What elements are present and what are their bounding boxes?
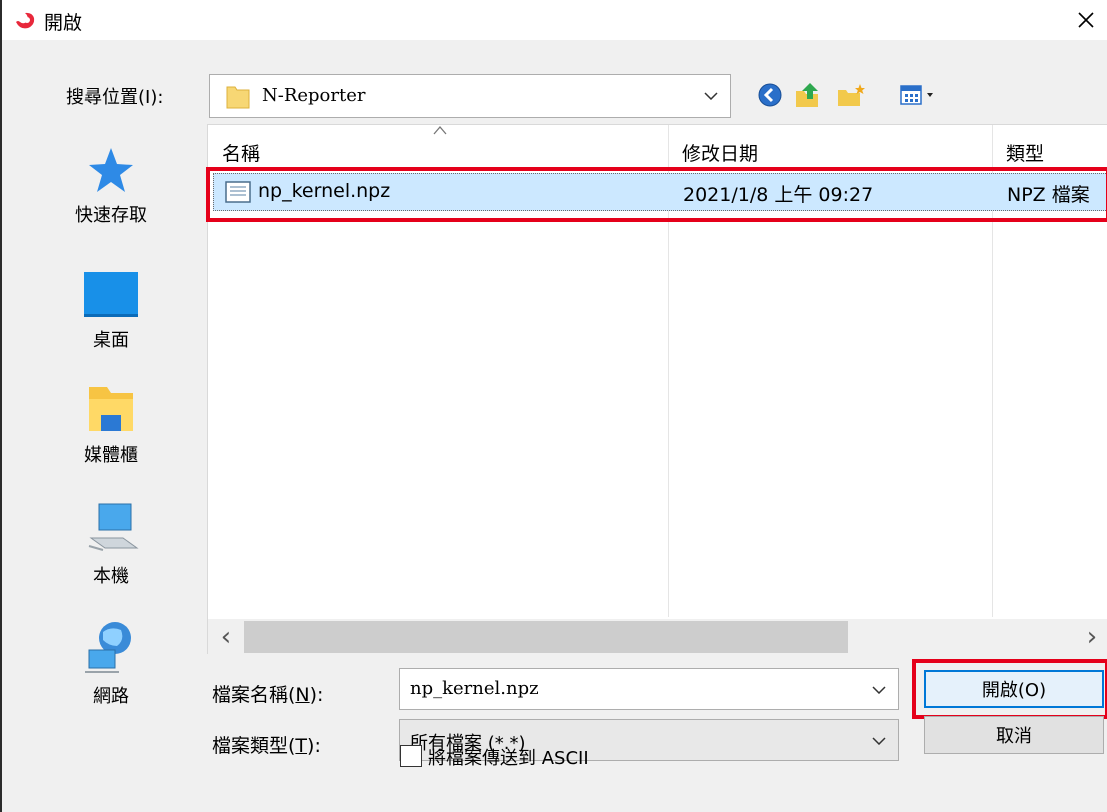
- cancel-button[interactable]: 取消: [924, 716, 1104, 754]
- desktop-icon: [84, 272, 138, 317]
- close-button[interactable]: [1063, 0, 1107, 40]
- look-in-label: 搜尋位置(I):: [66, 87, 164, 108]
- file-type-dropdown-button[interactable]: [864, 730, 894, 752]
- folder-icon: [226, 86, 250, 109]
- back-button[interactable]: [754, 80, 786, 110]
- chevron-down-icon: [872, 737, 886, 745]
- file-name-value: np_kernel.npz: [410, 678, 539, 699]
- scroll-right-button[interactable]: ›: [1074, 619, 1107, 655]
- file-name-dropdown-button[interactable]: [864, 679, 894, 701]
- place-label: 網路: [93, 686, 129, 707]
- sort-ascending-icon: [433, 126, 447, 135]
- chevron-down-icon: [704, 92, 718, 100]
- chevron-right-icon: ›: [1086, 622, 1098, 652]
- view-menu-icon: [900, 85, 933, 105]
- file-type-label: 檔案類型(T):: [212, 735, 321, 757]
- new-folder-icon: [838, 84, 865, 106]
- scroll-left-button[interactable]: ‹: [208, 619, 244, 655]
- place-label: 本機: [93, 566, 129, 587]
- place-network[interactable]: 網路: [60, 618, 162, 708]
- app-logo-icon: [16, 12, 35, 29]
- ascii-transfer-checkbox[interactable]: [400, 745, 422, 767]
- place-libraries[interactable]: 媒體櫃: [60, 385, 162, 467]
- window-title: 開啟: [44, 12, 83, 34]
- file-name-input[interactable]: np_kernel.npz: [399, 668, 899, 710]
- column-header-modified[interactable]: 修改日期: [682, 139, 758, 166]
- file-modified-cell: 2021/1/8 上午 09:27: [683, 184, 874, 206]
- column-header-type[interactable]: 類型: [1006, 139, 1044, 166]
- file-list[interactable]: 名稱 修改日期 類型 np_kernel.npz 2021/1/8 上午 09:…: [206, 124, 1107, 655]
- look-in-dropdown-button[interactable]: [696, 85, 726, 107]
- up-folder-icon: [796, 83, 818, 107]
- ascii-transfer-label: 將檔案傳送到 ASCII: [428, 748, 589, 769]
- new-folder-button[interactable]: [834, 80, 868, 110]
- computer-icon: [88, 503, 139, 551]
- file-type-cell: NPZ 檔案: [1007, 184, 1090, 206]
- column-header-name[interactable]: 名稱: [222, 139, 260, 166]
- horizontal-scrollbar[interactable]: ‹ ›: [208, 619, 1107, 655]
- chevron-down-icon: [872, 686, 886, 694]
- place-quick-access[interactable]: 快速存取: [60, 145, 162, 227]
- file-row[interactable]: np_kernel.npz 2021/1/8 上午 09:27 NPZ 檔案: [213, 173, 1107, 211]
- file-icon: [225, 181, 251, 203]
- open-file-dialog: 開啟 搜尋位置(I): N-Reporter 快速存取 桌面 媒體櫃 本機 網路…: [0, 0, 1107, 812]
- place-this-pc[interactable]: 本機: [60, 500, 162, 588]
- scroll-thumb[interactable]: [244, 621, 848, 653]
- look-in-value: N-Reporter: [262, 85, 366, 106]
- library-icon: [89, 387, 133, 431]
- title-bar: 開啟: [2, 0, 1107, 40]
- look-in-combo[interactable]: N-Reporter: [209, 74, 731, 118]
- chevron-left-icon: ‹: [220, 622, 232, 652]
- star-icon: [89, 148, 133, 192]
- place-label: 桌面: [93, 330, 129, 351]
- place-desktop[interactable]: 桌面: [60, 270, 162, 352]
- network-icon: [85, 622, 131, 673]
- up-folder-button[interactable]: [792, 80, 826, 110]
- file-name-label: 檔案名稱(N):: [212, 684, 324, 706]
- place-label: 媒體櫃: [84, 445, 138, 466]
- place-label: 快速存取: [75, 205, 147, 226]
- open-button[interactable]: 開啟(O): [924, 670, 1104, 708]
- view-menu-button[interactable]: [898, 80, 950, 110]
- close-icon: [1078, 12, 1094, 28]
- back-arrow-icon: [758, 83, 782, 107]
- file-name-cell: np_kernel.npz: [258, 180, 391, 202]
